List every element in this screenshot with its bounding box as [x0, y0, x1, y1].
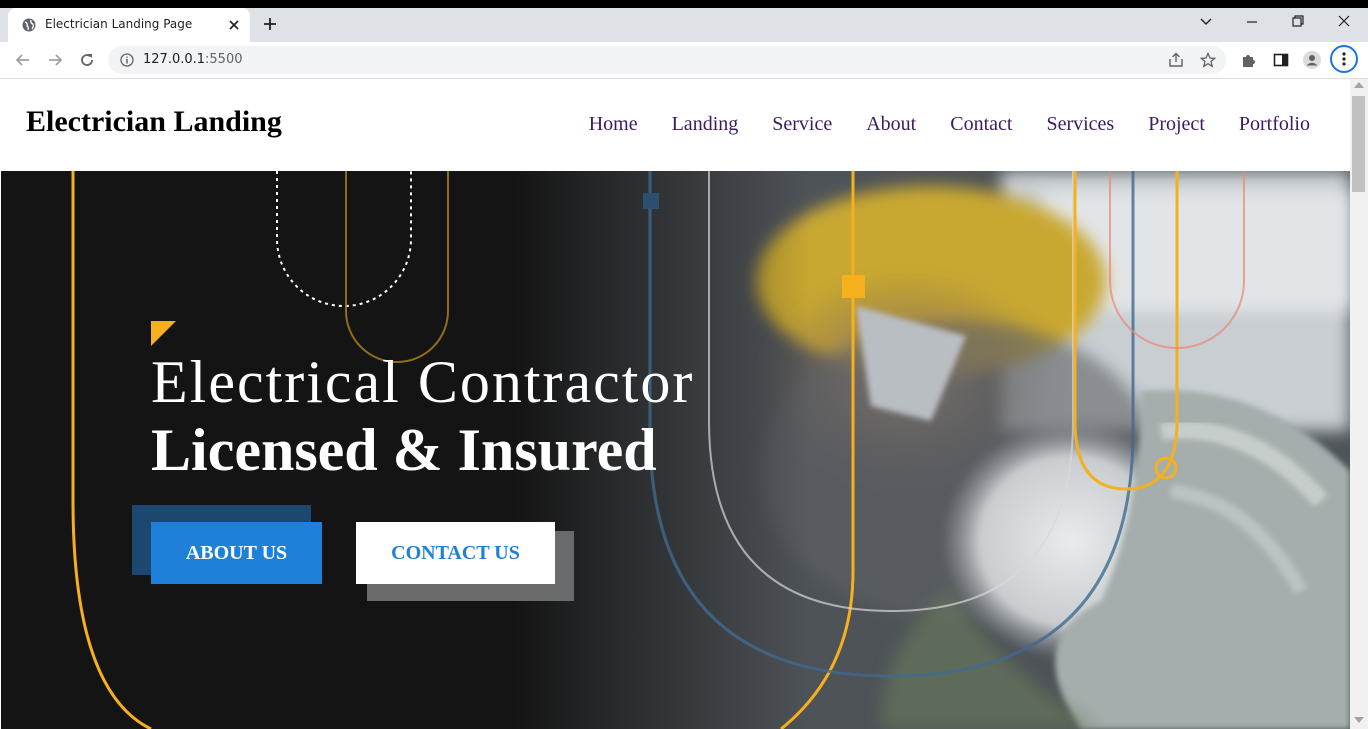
main-nav: Home Landing Service About Contact Servi…	[589, 113, 1310, 136]
reload-icon[interactable]	[78, 51, 96, 69]
browser-tab[interactable]: Electrician Landing Page	[8, 8, 250, 42]
nav-services[interactable]: Services	[1046, 113, 1114, 136]
forward-arrow-icon[interactable]	[46, 51, 64, 69]
nav-project[interactable]: Project	[1148, 113, 1205, 136]
browser-tab-strip: Electrician Landing Page	[0, 0, 1368, 42]
nav-about[interactable]: About	[866, 113, 916, 136]
site-header: Electrician Landing Home Landing Service…	[1, 79, 1350, 171]
url-port: :5500	[205, 52, 243, 67]
close-icon[interactable]	[227, 18, 241, 32]
browser-menu-button[interactable]	[1330, 45, 1358, 73]
more-vert-icon	[1342, 52, 1346, 66]
scroll-down-arrow-icon[interactable]	[1354, 717, 1364, 723]
page-viewport: Electrician Landing Home Landing Service…	[1, 79, 1350, 729]
profile-avatar-icon[interactable]	[1303, 51, 1321, 69]
extensions-puzzle-icon[interactable]	[1240, 51, 1258, 69]
bookmark-star-icon[interactable]	[1200, 52, 1216, 68]
hero-heading: Electrical Contractor Licensed & Insured	[151, 349, 694, 485]
new-tab-plus-icon[interactable]	[262, 16, 278, 32]
nav-home[interactable]: Home	[589, 113, 638, 136]
nav-landing[interactable]: Landing	[672, 113, 739, 136]
url-host: 127.0.0.1	[143, 52, 206, 67]
nav-contact[interactable]: Contact	[950, 113, 1012, 136]
nav-portfolio[interactable]: Portfolio	[1239, 113, 1310, 136]
share-icon[interactable]	[1168, 52, 1184, 68]
url-text: 127.0.0.1:5500	[143, 52, 243, 67]
hero-section: Electrical Contractor Licensed & Insured…	[1, 171, 1350, 729]
scrollbar-thumb[interactable]	[1352, 96, 1365, 192]
globe-icon	[22, 18, 36, 32]
minimize-icon[interactable]	[1245, 14, 1259, 28]
nav-service[interactable]: Service	[772, 113, 832, 136]
tab-search-chevron-icon[interactable]	[1199, 14, 1213, 28]
hero-title-line1: Electrical Contractor	[151, 349, 695, 415]
about-us-button[interactable]: ABOUT US	[151, 522, 322, 584]
restore-icon[interactable]	[1291, 14, 1305, 28]
back-arrow-icon[interactable]	[14, 51, 32, 69]
hero-title-line2: Licensed & Insured	[151, 417, 657, 483]
tab-title: Electrician Landing Page	[45, 17, 193, 31]
contact-us-button[interactable]: CONTACT US	[356, 522, 555, 584]
side-panel-icon[interactable]	[1272, 51, 1290, 69]
window-close-icon[interactable]	[1337, 14, 1351, 28]
scroll-up-arrow-icon[interactable]	[1354, 82, 1364, 88]
address-bar[interactable]: 127.0.0.1:5500	[108, 46, 1226, 74]
site-info-icon[interactable]	[120, 53, 134, 67]
site-logo[interactable]: Electrician Landing	[26, 105, 282, 139]
